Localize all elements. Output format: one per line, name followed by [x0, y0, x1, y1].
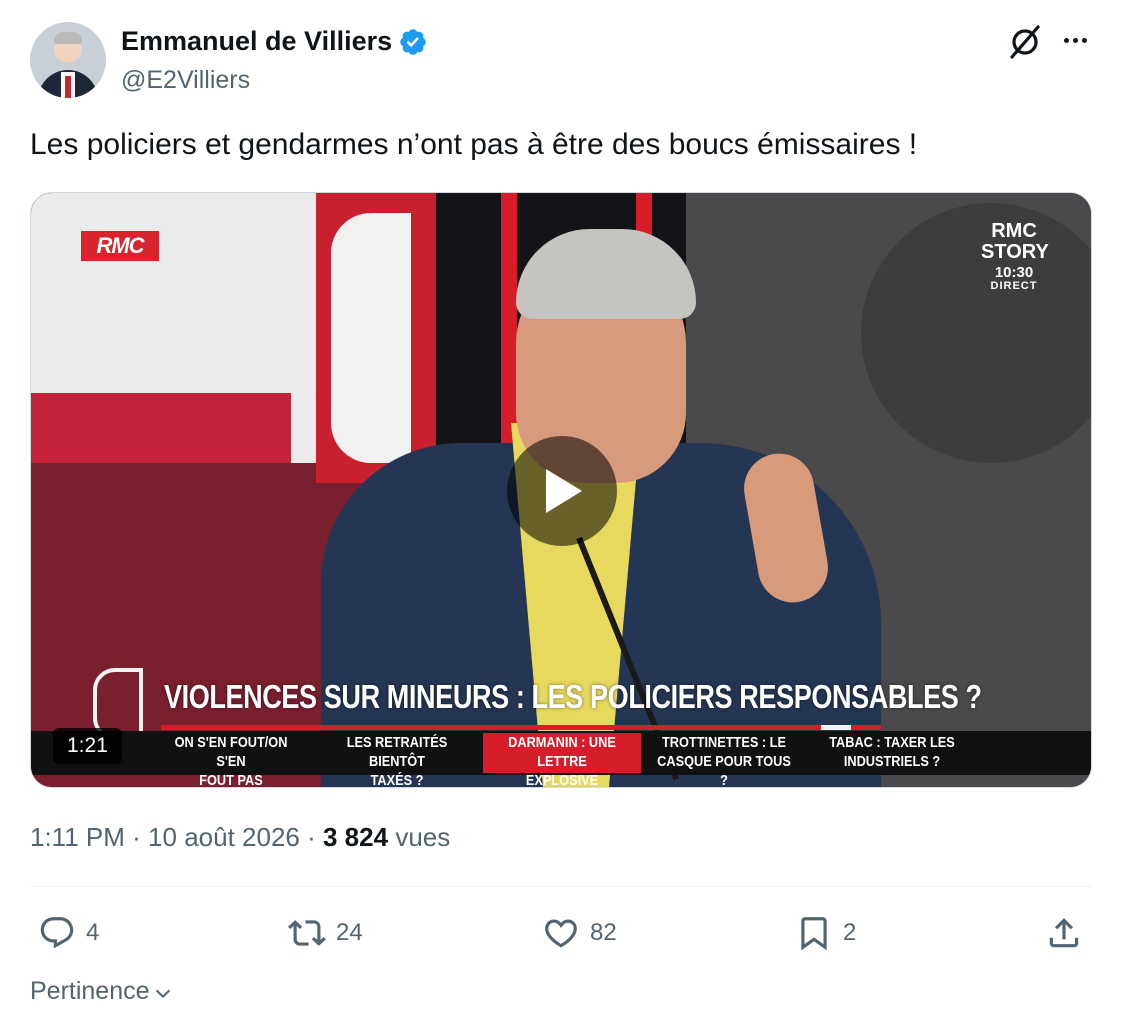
rmc-story-badge: RMC STORY 10:30 DIRECT	[981, 220, 1049, 292]
author-handle[interactable]: @E2Villiers	[121, 66, 250, 95]
ticker-item: LES RETRAITÉS BIENTÔT TAXÉS ?	[346, 734, 448, 788]
bookmark-icon	[801, 917, 827, 951]
tweet-text: Les policiers et gendarmes n’ont pas à ê…	[30, 128, 918, 161]
video-player[interactable]: RMC RMC STORY 10:30 DIRECT VIOLENCES SUR…	[30, 192, 1092, 788]
like-button[interactable]: 82	[542, 910, 617, 956]
tweet-meta: 1:11 PM · 10 août 2026 · 3 824 vues	[30, 822, 451, 852]
tweet-date[interactable]: 10 août 2026	[148, 822, 300, 852]
chevron-down-icon	[155, 989, 170, 998]
more-options-icon[interactable]	[1058, 30, 1092, 50]
share-icon	[1049, 918, 1079, 948]
verified-badge-icon	[400, 28, 426, 55]
views-count: 3 824	[323, 822, 389, 852]
repost-count: 24	[336, 919, 363, 946]
avatar[interactable]	[30, 22, 106, 98]
news-ticker: ON S'EN FOUT/ON S'EN FOUT PAS LES RETRAIT…	[31, 731, 1091, 788]
share-button[interactable]	[1045, 910, 1083, 956]
play-button[interactable]	[507, 436, 617, 546]
author-display-name[interactable]: Emmanuel de Villiers	[121, 26, 392, 57]
divider	[30, 886, 1092, 887]
ticker-item: TROTTINETTES : LE CASQUE POUR TOUS ?	[657, 734, 791, 788]
ticker-item: ON S'EN FOUT/ON S'EN FOUT PAS	[174, 734, 288, 788]
repost-button[interactable]: 24	[288, 910, 363, 956]
bookmark-button[interactable]: 2	[795, 910, 856, 956]
video-headline: VIOLENCES SUR MINEURS : LES POLICIERS RE…	[164, 678, 982, 715]
tweet-header: Emmanuel de Villiers @E2Villiers	[30, 22, 1100, 102]
play-icon	[546, 469, 582, 513]
heart-icon	[545, 919, 577, 948]
reply-icon	[40, 917, 74, 949]
ticker-item-active: DARMANIN : UNE LETTRE EXPLOSIVE	[483, 733, 641, 787]
video-duration-badge: 1:21	[53, 728, 122, 764]
tweet-time[interactable]: 1:11 PM	[30, 822, 125, 852]
rmc-logo: RMC	[81, 231, 159, 261]
bookmark-count: 2	[843, 919, 857, 946]
like-count: 82	[590, 919, 617, 946]
reply-button[interactable]: 4	[38, 910, 99, 956]
ticker-item: TABAC : TAXER LES INDUSTRIELS ?	[829, 734, 955, 770]
sort-label: Pertinence	[30, 977, 150, 1005]
views-label: vues	[395, 822, 451, 852]
reply-count: 4	[86, 919, 100, 946]
grok-icon[interactable]	[1007, 24, 1043, 60]
sort-dropdown[interactable]: Pertinence	[30, 977, 174, 1006]
repost-icon	[288, 920, 326, 946]
author-name-row: Emmanuel de Villiers	[121, 26, 428, 57]
